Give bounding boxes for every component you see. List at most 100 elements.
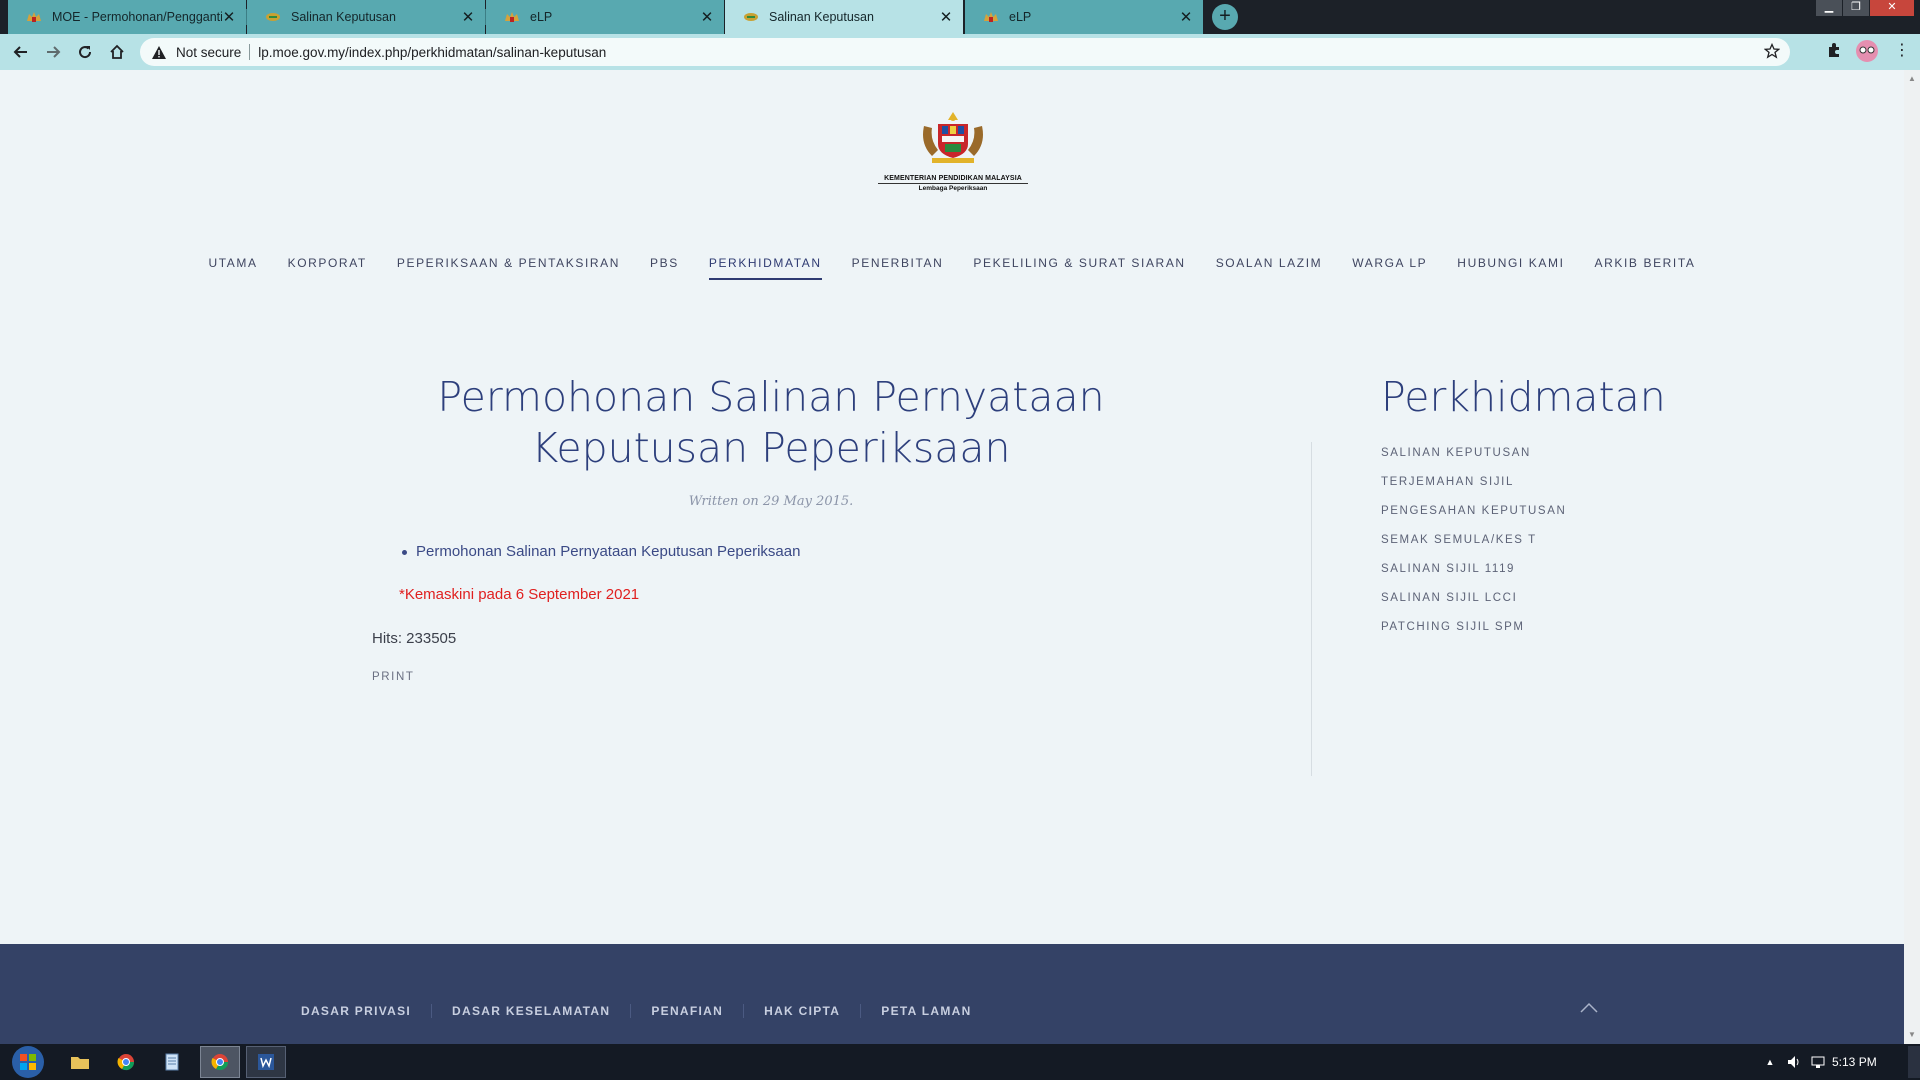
sidebar-menu: Perkhidmatan SALINAN KEPUTUSAN TERJEMAHA… — [1381, 372, 1801, 650]
nav-item-korporat[interactable]: KORPORAT — [288, 256, 367, 280]
security-label[interactable]: Not secure — [176, 45, 241, 60]
warning-icon — [152, 45, 168, 59]
article: Permohonan Salinan Pernyataan Keputusan … — [372, 372, 1170, 683]
forward-button[interactable] — [38, 34, 68, 70]
nav-item-penerbitan[interactable]: PENERBITAN — [852, 256, 944, 280]
tab-favicon-icon — [266, 13, 280, 21]
browser-tab-strip: MOE - Permohonan/Penggantian ✕ Salinan K… — [0, 0, 1920, 34]
logo-sub-text: Lembaga Peperiksaan — [918, 185, 988, 192]
chrome-icon — [117, 1054, 135, 1071]
print-link[interactable]: PRINT — [372, 671, 1170, 683]
reload-button[interactable] — [70, 34, 100, 70]
back-to-top-button[interactable] — [1577, 996, 1601, 1020]
home-button[interactable] — [102, 34, 132, 70]
nav-item-perkhidmatan[interactable]: PERKHIDMATAN — [708, 256, 822, 280]
footer-link-dasar-privasi[interactable]: DASAR PRIVASI — [283, 1004, 431, 1018]
show-hidden-icons-icon[interactable]: ▲ — [1762, 1046, 1778, 1078]
os-taskbar: ▲ 5:13 PM — [0, 1044, 1920, 1080]
update-notice: *Kemaskini pada 6 September 2021 — [399, 586, 640, 603]
browser-tab-active[interactable]: Salinan Keputusan ✕ — [725, 0, 963, 34]
sidebar-item-pengesahan-keputusan[interactable]: PENGESAHAN KEPUTUSAN — [1381, 505, 1801, 534]
nav-item-utama[interactable]: UTAMA — [208, 256, 257, 280]
browser-toolbar: Not secure lp.moe.gov.my/index.php/perkh… — [0, 34, 1920, 70]
browser-tab[interactable]: eLP ✕ — [965, 0, 1203, 34]
tab-close-icon[interactable]: ✕ — [222, 8, 236, 26]
sidebar-item-terjemahan-sijil[interactable]: TERJEMAHAN SIJIL — [1381, 476, 1801, 505]
extensions-puzzle-icon[interactable] — [1826, 42, 1842, 63]
volume-icon[interactable] — [1784, 1046, 1804, 1078]
new-tab-button[interactable]: + — [1212, 4, 1238, 30]
article-date: Written on 29 May 2015. — [688, 494, 854, 509]
site-logo[interactable]: KEMENTERIAN PENDIDIKAN MALAYSIA Lembaga … — [878, 110, 1028, 192]
tab-close-icon[interactable]: ✕ — [1179, 8, 1193, 26]
document-list: Permohonan Salinan Pernyataan Keputusan … — [372, 543, 1170, 560]
web-page: KEMENTERIAN PENDIDIKAN MALAYSIA Lembaga … — [0, 70, 1904, 1044]
word-taskbar-button[interactable] — [246, 1046, 286, 1078]
profile-avatar[interactable] — [1856, 40, 1878, 67]
footer-navigation: DASAR PRIVASI DASAR KESELAMATAN PENAFIAN… — [283, 1004, 992, 1018]
start-button[interactable] — [8, 1046, 48, 1078]
sidebar-title: Perkhidmatan — [1381, 373, 1666, 421]
home-icon — [110, 44, 124, 59]
tab-close-icon[interactable]: ✕ — [939, 8, 953, 26]
bookmark-star-icon[interactable] — [1763, 42, 1781, 64]
reload-icon — [79, 46, 92, 59]
malaysia-coat-of-arms-icon — [923, 112, 983, 163]
chrome-active-taskbar-button[interactable] — [200, 1046, 240, 1078]
back-button[interactable] — [6, 34, 36, 70]
tab-favicon-icon — [744, 13, 758, 21]
minimize-window-button[interactable]: ▁ — [1816, 0, 1842, 16]
footer-link-penafian[interactable]: PENAFIAN — [630, 1004, 743, 1018]
scroll-up-arrow-icon[interactable]: ▲ — [1907, 74, 1917, 83]
article-title: Permohonan Salinan Pernyataan Keputusan … — [437, 373, 1105, 472]
close-window-button[interactable]: ✕ — [1870, 0, 1914, 16]
document-link[interactable]: Permohonan Salinan Pernyataan Keputusan … — [402, 543, 1170, 560]
arrow-right-icon — [47, 46, 61, 58]
browser-tab[interactable]: eLP ✕ — [486, 0, 724, 34]
browser-menu-icon[interactable]: ⋮ — [1894, 40, 1910, 60]
page-scrollbar[interactable]: ▲ ▼ — [1904, 70, 1920, 1044]
restore-window-button[interactable]: ❐ — [1843, 0, 1869, 16]
browser-tab[interactable]: Salinan Keputusan ✕ — [247, 0, 485, 34]
sidebar-item-salinan-sijil-1119[interactable]: SALINAN SIJIL 1119 — [1381, 563, 1801, 592]
sidebar-item-salinan-keputusan[interactable]: SALINAN KEPUTUSAN — [1381, 447, 1801, 476]
nav-item-pekeliling-surat-siaran[interactable]: PEKELILING & SURAT SIARAN — [973, 256, 1185, 280]
footer-link-hak-cipta[interactable]: HAK CIPTA — [743, 1004, 860, 1018]
scroll-down-arrow-icon[interactable]: ▼ — [1907, 1030, 1917, 1039]
column-divider — [1311, 442, 1312, 776]
network-icon[interactable] — [1808, 1046, 1828, 1078]
taskbar-clock[interactable]: 5:13 PM — [1832, 1055, 1877, 1069]
file-explorer-taskbar-button[interactable] — [64, 1046, 96, 1078]
main-navigation: UTAMA KORPORAT PEPERIKSAAN & PENTAKSIRAN… — [0, 256, 1904, 280]
sidebar-item-salinan-sijil-lcci[interactable]: SALINAN SIJIL LCCI — [1381, 592, 1801, 621]
nav-item-warga-lp[interactable]: WARGA LP — [1352, 256, 1427, 280]
sidebar-item-patching-sijil-spm[interactable]: PATCHING SIJIL SPM — [1381, 621, 1801, 650]
address-divider — [249, 44, 251, 60]
tab-close-icon[interactable]: ✕ — [700, 8, 714, 26]
browser-tab[interactable]: MOE - Permohonan/Penggantian ✕ — [8, 0, 246, 34]
footer-link-dasar-keselamatan[interactable]: DASAR KESELAMATAN — [431, 1004, 630, 1018]
sidebar-item-semak-semula[interactable]: SEMAK SEMULA/KES T — [1381, 534, 1801, 563]
word-icon — [258, 1054, 274, 1070]
chrome-icon — [211, 1054, 229, 1071]
crest-favicon-icon — [505, 12, 519, 22]
nav-item-soalan-lazim[interactable]: SOALAN LAZIM — [1216, 256, 1323, 280]
address-bar[interactable]: Not secure lp.moe.gov.my/index.php/perkh… — [140, 38, 1790, 66]
url-text[interactable]: lp.moe.gov.my/index.php/perkhidmatan/sal… — [258, 45, 606, 60]
nav-item-pbs[interactable]: PBS — [650, 256, 679, 280]
folder-icon — [71, 1057, 89, 1069]
notepad-taskbar-button[interactable] — [156, 1046, 188, 1078]
chrome-taskbar-button[interactable] — [110, 1046, 142, 1078]
site-footer: DASAR PRIVASI DASAR KESELAMATAN PENAFIAN… — [0, 944, 1904, 1044]
show-desktop-button[interactable] — [1908, 1046, 1920, 1078]
nav-item-arkib-berita[interactable]: ARKIB BERITA — [1595, 256, 1696, 280]
notepad-icon — [165, 1053, 179, 1071]
tab-close-icon[interactable]: ✕ — [461, 8, 475, 26]
logo-org-text: KEMENTERIAN PENDIDIKAN MALAYSIA — [878, 175, 1028, 184]
hit-counter: Hits: 233505 — [372, 630, 457, 647]
footer-link-peta-laman[interactable]: PETA LAMAN — [860, 1004, 991, 1018]
crest-favicon-icon — [27, 12, 41, 22]
chevron-up-icon — [1580, 1002, 1598, 1013]
nav-item-hubungi-kami[interactable]: HUBUNGI KAMI — [1457, 256, 1564, 280]
nav-item-peperiksaan-pentaksiran[interactable]: PEPERIKSAAN & PENTAKSIRAN — [397, 256, 620, 280]
